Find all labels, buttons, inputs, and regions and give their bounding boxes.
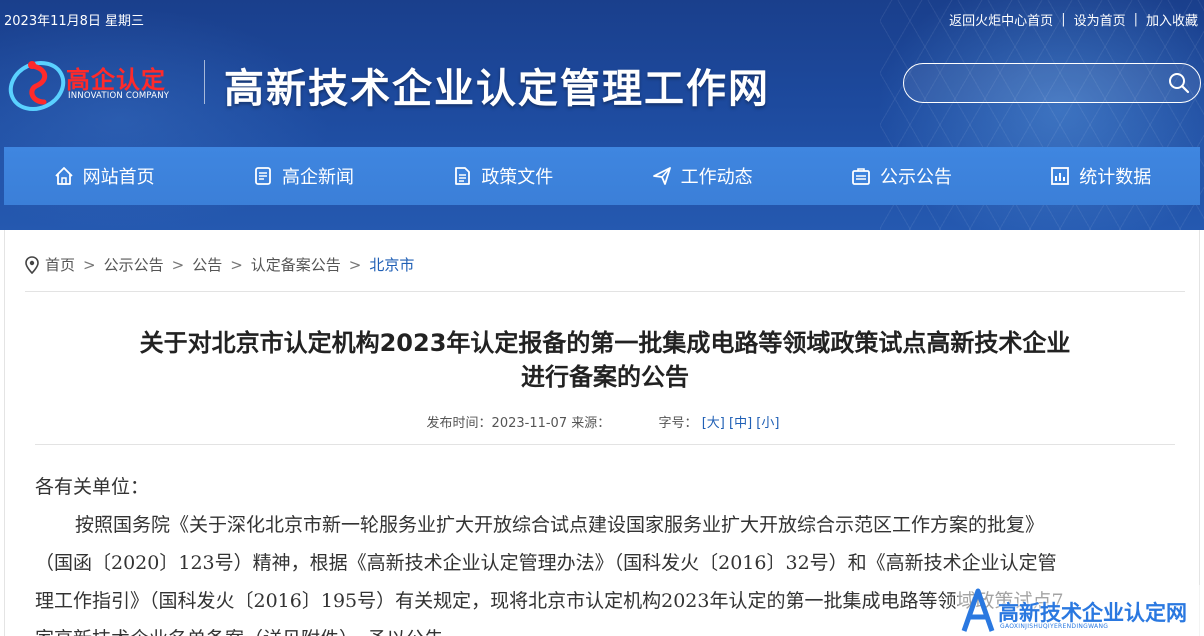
set-homepage-link[interactable]: 设为首页 xyxy=(1074,10,1126,29)
watermark-subtext: GAOXINJISHUQIYERENDINGWANG xyxy=(1000,623,1109,630)
breadcrumb-current[interactable]: 北京市 xyxy=(369,254,414,275)
nav-item-stats[interactable]: 统计数据 xyxy=(1001,147,1200,205)
logo-text[interactable]: 高企认定 xyxy=(66,60,166,95)
breadcrumb-separator: > xyxy=(83,255,96,274)
breadcrumb-notices[interactable]: 公示公告 xyxy=(104,254,164,275)
font-size-label: 字号： xyxy=(658,416,698,431)
logo-subtitle: INNOVATION COMPANY xyxy=(68,91,170,101)
nav-label: 政策文件 xyxy=(481,167,554,188)
publish-date: 2023-11-07 xyxy=(491,416,568,431)
separator: | xyxy=(1133,12,1138,27)
font-large-button[interactable]: [大] xyxy=(702,416,725,431)
main-nav: 网站首页 高企新闻 政策文件 工作动态 公示公告 统计数据 xyxy=(4,147,1200,205)
source-label: 来源： xyxy=(571,416,611,431)
nav-label: 统计数据 xyxy=(1079,167,1152,188)
notice-icon xyxy=(852,168,870,185)
breadcrumb-announcements[interactable]: 公告 xyxy=(192,254,222,275)
add-favorite-link[interactable]: 加入收藏 xyxy=(1146,10,1198,29)
separator: | xyxy=(1061,12,1066,27)
divider xyxy=(35,444,1175,445)
article-title: 关于对北京市认定机构2023年认定报备的第一批集成电路等领域政策试点高新技术企业… xyxy=(65,326,1145,394)
article-meta: 发布时间：2023-11-07 来源： 字号： [大] [中] [小] xyxy=(5,412,1201,431)
nav-label: 工作动态 xyxy=(680,167,753,188)
home-icon xyxy=(55,167,73,185)
nav-label: 网站首页 xyxy=(82,167,155,188)
nav-item-home[interactable]: 网站首页 xyxy=(4,147,203,205)
site-title: 高新技术企业认定管理工作网 xyxy=(224,65,770,112)
font-size-controls: [大] [中] [小] xyxy=(702,416,780,431)
nav-item-policy[interactable]: 政策文件 xyxy=(403,147,602,205)
logo-divider xyxy=(204,60,205,104)
search-input[interactable] xyxy=(918,72,1158,94)
breadcrumb-separator: > xyxy=(230,255,243,274)
nav-label: 公示公告 xyxy=(879,167,952,188)
font-medium-button[interactable]: [中] xyxy=(729,416,752,431)
top-links: 返回火炬中心首页 | 设为首页 | 加入收藏 xyxy=(949,10,1198,29)
nav-item-notice[interactable]: 公示公告 xyxy=(801,147,1000,205)
location-pin-icon xyxy=(25,255,39,274)
body-line: （国函〔2020〕123号）精神，根据《高新技术企业认定管理办法》（国科发火〔2… xyxy=(35,552,1057,574)
salutation: 各有关单位： xyxy=(35,476,150,498)
breadcrumb-filing[interactable]: 认定备案公告 xyxy=(251,254,341,275)
breadcrumb-home[interactable]: 首页 xyxy=(45,254,75,275)
body-line: 按照国务院《关于深化北京市新一轮服务业扩大开放综合试点建设国家服务业扩大开放综合… xyxy=(75,514,1045,536)
chart-icon xyxy=(1051,167,1070,185)
search-box[interactable] xyxy=(903,63,1201,103)
logo-swirl-icon[interactable] xyxy=(6,52,68,114)
publish-label: 发布时间： xyxy=(426,416,492,431)
news-icon xyxy=(255,167,271,185)
search-icon[interactable] xyxy=(1168,72,1190,94)
article-title-line: 进行备案的公告 xyxy=(521,363,689,391)
current-date: 2023年11月8日 星期三 xyxy=(4,14,145,29)
article-container: 首页 > 公示公告 > 公告 > 认定备案公告 > 北京市 关于对北京市认定机构… xyxy=(4,230,1200,636)
torch-home-link[interactable]: 返回火炬中心首页 xyxy=(949,10,1053,29)
font-small-button[interactable]: [小] xyxy=(756,416,779,431)
send-icon xyxy=(652,167,671,185)
breadcrumb-separator: > xyxy=(171,255,185,274)
divider xyxy=(25,291,1185,292)
breadcrumb-separator: > xyxy=(348,255,362,274)
article-title-line: 关于对北京市认定机构2023年认定报备的第一批集成电路等领域政策试点高新技术企业 xyxy=(139,329,1071,357)
nav-label: 高企新闻 xyxy=(281,167,354,188)
document-icon xyxy=(455,167,471,185)
nav-item-work[interactable]: 工作动态 xyxy=(602,147,801,205)
nav-item-news[interactable]: 高企新闻 xyxy=(203,147,402,205)
breadcrumb: 首页 > 公示公告 > 公告 > 认定备案公告 > 北京市 xyxy=(25,254,414,275)
